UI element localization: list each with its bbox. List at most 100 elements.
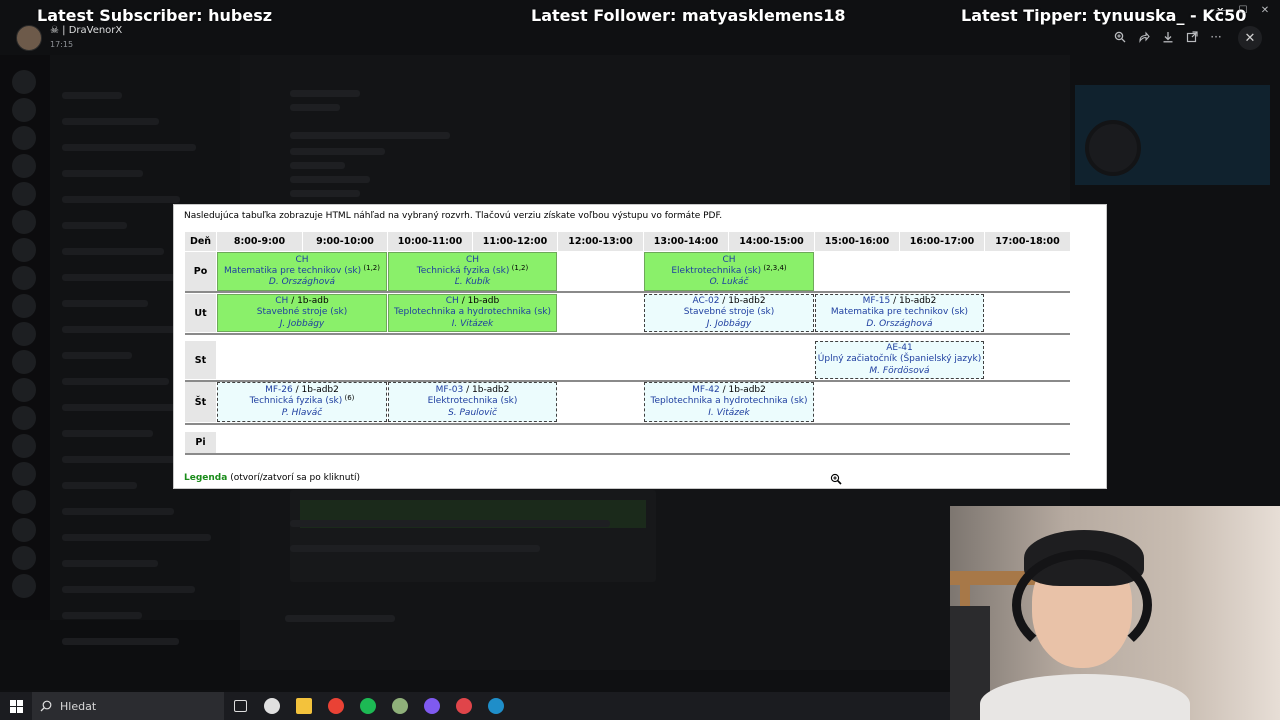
class-course: Teplotechnika a hydrotechnika (sk): [651, 396, 808, 407]
class-room: MF-26: [265, 385, 293, 396]
timetable-class-block[interactable]: MF-15 / 1b-adb2 Matematika pre technikov …: [815, 294, 984, 332]
app-icon-2: [392, 698, 408, 714]
class-teacher: D. Országhová: [268, 277, 336, 288]
background-channel-row: [62, 144, 196, 151]
taskbar-search[interactable]: Hledat: [32, 692, 224, 720]
background-channel-row: [62, 248, 164, 255]
class-group: / 1b-adb2: [719, 385, 766, 396]
class-course: Elektrotechnika (sk) (2,3,4): [671, 263, 787, 277]
background-server-icon: [12, 350, 36, 374]
taskbar-app-app-icon-3[interactable]: [448, 692, 480, 720]
time-slot-header: 15:00-16:00: [815, 232, 899, 251]
viewer-user-name[interactable]: ☠ | DraVenorX: [50, 25, 122, 36]
spotify-icon: [360, 698, 376, 714]
timetable-class-block[interactable]: CH / 1b-adb Teplotechnika a hydrotechnika…: [388, 294, 557, 332]
taskbar-app-chrome-icon[interactable]: [320, 692, 352, 720]
timetable-class-block[interactable]: CH / 1b-adb Stavebné stroje (sk) J. Jobbág…: [217, 294, 387, 332]
background-channel-row: [62, 560, 158, 567]
day-label-pi: Pi: [185, 432, 216, 453]
background-channel-row: [62, 300, 148, 307]
latest-follower-text: Latest Follower: matyasklemens18: [531, 6, 846, 25]
timetable-class-block[interactable]: CH Elektrotechnika (sk) (2,3,4) O. Lukáč: [644, 252, 814, 291]
background-channel-row: [62, 118, 159, 125]
class-room: AE-41: [886, 343, 913, 354]
zoom-in-icon[interactable]: [1108, 26, 1132, 48]
taskbar-app-steam-icon[interactable]: [480, 692, 512, 720]
background-server-icon: [12, 378, 36, 402]
day-column-header: Deň: [185, 232, 216, 251]
class-room-group: MF-42 / 1b-adb2: [692, 385, 766, 396]
class-room-group: MF-26 / 1b-adb2: [265, 385, 339, 396]
class-group: / 1b-adb2: [292, 385, 339, 396]
class-room: MF-42: [692, 385, 720, 396]
class-group: / 1b-adb2: [463, 385, 510, 396]
maximize-icon[interactable]: ☐: [1232, 3, 1254, 17]
class-course-name: Elektrotechnika (sk): [671, 265, 762, 276]
class-teacher: D. Országhová: [866, 318, 933, 329]
webcam-feed: [950, 506, 1280, 720]
taskbar-app-task-view-icon[interactable]: [224, 692, 256, 720]
class-room-group: CH: [722, 255, 735, 266]
class-teacher: O. Lukáč: [709, 277, 749, 288]
class-room-group: CH / 1b-adb: [275, 296, 328, 307]
class-room-group: AE-41: [886, 343, 913, 354]
more-icon[interactable]: ···: [1204, 26, 1228, 48]
background-server-icon: [12, 238, 36, 262]
class-note: (2,3,4): [761, 263, 787, 272]
class-course: Úplný začiatočník (Španielský jazyk): [818, 354, 981, 365]
class-note: (1,2): [361, 263, 380, 272]
time-slot-header: 12:00-13:00: [558, 232, 643, 251]
background-message-line: [290, 545, 540, 552]
timetable-class-block[interactable]: MF-42 / 1b-adb2 Teplotechnika a hydrotech…: [644, 382, 814, 422]
class-teacher: I. Vitázek: [451, 318, 494, 329]
taskbar-app-file-explorer-icon[interactable]: [288, 692, 320, 720]
row-divider: [185, 333, 1070, 335]
background-channel-row: [62, 326, 185, 333]
timetable-class-block[interactable]: CH Technická fyzika (sk) (1,2) Ľ. Kubík: [388, 252, 557, 291]
task-view-icon: [233, 700, 247, 712]
class-course: Technická fyzika (sk) (6): [249, 395, 355, 407]
forward-icon[interactable]: [1132, 26, 1156, 48]
open-external-icon[interactable]: [1180, 26, 1204, 48]
avatar[interactable]: [16, 25, 42, 51]
background-message-line: [290, 148, 385, 155]
latest-subscriber-text: Latest Subscriber: hubesz: [37, 6, 273, 25]
minimize-icon[interactable]: —: [1210, 3, 1232, 17]
timetable-class-block[interactable]: CH Matematika pre technikov (sk) (1,2) D. …: [217, 252, 387, 291]
timetable-class-block[interactable]: MF-03 / 1b-adb2 Elektrotechnika (sk) S. Pa…: [388, 382, 557, 422]
day-label-št: Št: [185, 382, 216, 422]
timetable-class-block[interactable]: AE-41 Úplný začiatočník (Španielský jazyk…: [815, 341, 984, 379]
background-server-icon: [12, 294, 36, 318]
class-course: Matematika pre technikov (sk): [831, 307, 968, 318]
taskbar-app-app-icon-2[interactable]: [384, 692, 416, 720]
discord-icon: [424, 698, 440, 714]
class-group: / 1b-adb2: [890, 296, 937, 307]
background-server-icon: [12, 98, 36, 122]
timetable-class-block[interactable]: AC-02 / 1b-adb2 Stavebné stroje (sk) J. Jo…: [644, 294, 814, 332]
close-icon[interactable]: ✕: [1238, 26, 1262, 50]
windows-start-icon[interactable]: [0, 692, 32, 720]
class-note: (1,2): [509, 263, 529, 272]
timetable-class-block[interactable]: MF-26 / 1b-adb2 Technická fyzika (sk) (6)…: [217, 382, 387, 422]
taskbar-app-spotify-icon[interactable]: [352, 692, 384, 720]
class-teacher: P. Hlaváč: [281, 407, 323, 418]
legend-link[interactable]: Legenda: [184, 473, 227, 483]
window-close-icon[interactable]: ✕: [1254, 3, 1276, 17]
background-server-icon: [12, 462, 36, 486]
class-group: / 1b-adb: [458, 296, 500, 307]
class-room-group: CH: [466, 255, 479, 266]
background-message-line: [285, 615, 395, 622]
class-teacher: Ľ. Kubík: [454, 277, 491, 288]
taskbar-app-discord-icon[interactable]: [416, 692, 448, 720]
background-channel-row: [62, 638, 179, 645]
class-course-name: Technická fyzika (sk): [249, 396, 343, 407]
background-message-line: [290, 132, 450, 139]
class-room: MF-15: [862, 296, 891, 307]
window-controls: — ☐ ✕: [1210, 3, 1276, 17]
class-room-group: CH: [295, 255, 308, 266]
class-room-group: AC-02 / 1b-adb2: [692, 296, 765, 307]
taskbar-app-app-icon-1[interactable]: [256, 692, 288, 720]
background-channel-row: [62, 378, 169, 385]
download-icon[interactable]: [1156, 26, 1180, 48]
background-channel-row: [62, 586, 195, 593]
